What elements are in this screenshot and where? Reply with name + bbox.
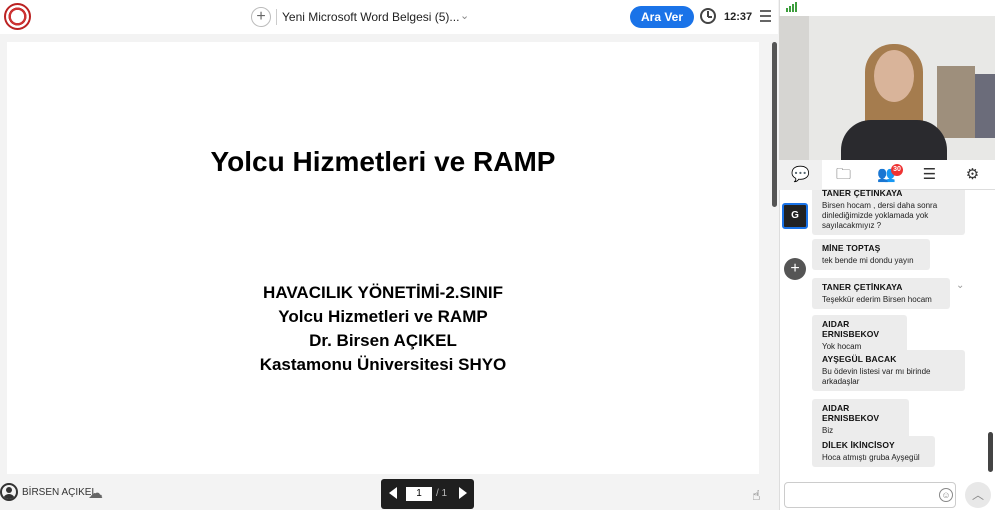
list-icon: ☰	[922, 166, 937, 183]
chat-icon: 💬	[791, 166, 810, 183]
document-title[interactable]: Yeni Microsoft Word Belgesi (5)...	[282, 10, 459, 24]
gear-icon: ⚙	[965, 166, 980, 183]
webcam-video	[779, 16, 995, 160]
panel-tabs: 💬 🗀 👥 30 ☰ ⚙	[779, 160, 995, 190]
chevron-down-icon[interactable]: ⌄	[460, 9, 469, 22]
message-text: Biz	[822, 426, 834, 435]
slide-title: Yolcu Hizmetleri ve RAMP	[210, 146, 556, 177]
page-navigator: / 1	[381, 479, 474, 509]
divider	[276, 9, 277, 25]
raise-hand-icon[interactable]: ☝	[752, 487, 761, 504]
clock-icon	[700, 8, 716, 24]
add-chat-button[interactable]: +	[784, 258, 806, 280]
chat-message: MİNE TOPTAŞ tek bende mi dondu yayın	[812, 239, 930, 270]
chat-message: AYŞEGÜL BACAK Bu ödevin listesi var mı b…	[812, 350, 965, 391]
menu-icon[interactable]	[760, 10, 771, 22]
slide-line-course: HAVACILIK YÖNETİMİ-2.SINIF	[263, 283, 503, 302]
tab-chat[interactable]: 💬	[779, 160, 822, 190]
session-time: 12:37	[724, 11, 753, 23]
message-author: DİLEK İKİNCİSOY	[822, 440, 895, 450]
emoji-icon[interactable]: ☺	[939, 488, 953, 502]
message-author: AIDAR ERNISBEKOV	[822, 403, 880, 423]
presentation-slide: Yolcu Hizmetleri ve RAMP HAVACILIK YÖNET…	[7, 42, 759, 474]
cloud-upload-icon[interactable]: ☁	[88, 484, 103, 502]
previous-page-button[interactable]	[389, 487, 397, 499]
message-author: TANER ÇETİNKAYA	[822, 282, 903, 292]
chat-message: DİLEK İKİNCİSOY Hoca atmıştı gruba Ayşeg…	[812, 436, 935, 467]
message-text: Teşekkür ederim Birsen hocam	[822, 295, 932, 304]
message-text: Birsen hocam , dersi daha sonra dinlediğ…	[822, 201, 938, 230]
tab-list[interactable]: ☰	[908, 160, 951, 190]
chat-scrollbar[interactable]	[988, 432, 993, 472]
message-text: Bu ödevin listesi var mı birinde arkadaş…	[822, 367, 931, 386]
message-author: TANER ÇETİNKAYA	[822, 190, 903, 198]
tab-participants[interactable]: 👥 30	[865, 160, 908, 190]
next-page-button[interactable]	[459, 487, 467, 499]
chat-message: AIDAR ERNISBEKOV Biz	[812, 399, 909, 440]
university-logo	[4, 3, 31, 30]
folder-icon: 🗀	[835, 166, 851, 183]
user-icon	[0, 483, 18, 501]
chat-messages: TANER ÇETİNKAYA Birsen hocam , dersi dah…	[812, 190, 988, 474]
slide-line-subject: Yolcu Hizmetleri ve RAMP	[278, 307, 488, 326]
participants-count-badge: 30	[891, 164, 903, 176]
break-button[interactable]: Ara Ver	[630, 6, 694, 28]
slide-line-institution: Kastamonu Üniversitesi SHYO	[259, 355, 507, 374]
general-chat-button[interactable]: G	[782, 203, 808, 229]
message-text: tek bende mi dondu yayın	[822, 256, 914, 265]
message-author: MİNE TOPTAŞ	[822, 243, 881, 253]
slide-scrollbar[interactable]	[772, 42, 777, 207]
page-total: / 1	[436, 488, 448, 499]
chat-message: TANER ÇETİNKAYA Birsen hocam , dersi dah…	[812, 190, 965, 235]
tab-settings[interactable]: ⚙	[951, 160, 994, 190]
send-button[interactable]: ︿	[965, 482, 991, 508]
top-bar: + Yeni Microsoft Word Belgesi (5)... ⌄ A…	[0, 0, 778, 34]
page-number-input[interactable]	[406, 487, 432, 501]
message-author: AYŞEGÜL BACAK	[822, 354, 897, 364]
chat-input[interactable]	[784, 482, 956, 508]
add-document-button[interactable]: +	[251, 7, 271, 27]
tab-files[interactable]: 🗀	[822, 160, 865, 190]
chevron-down-icon[interactable]: ⌄	[956, 280, 964, 291]
chat-message: TANER ÇETİNKAYA Teşekkür ederim Birsen h…	[812, 278, 950, 309]
message-text: Hoca atmıştı gruba Ayşegül	[822, 453, 920, 462]
presenter-name: BİRSEN AÇIKEL	[22, 487, 98, 498]
slide-line-author: Dr. Birsen AÇIKEL	[309, 331, 457, 350]
message-author: AIDAR ERNISBEKOV	[822, 319, 880, 339]
signal-strength-icon	[786, 2, 800, 12]
